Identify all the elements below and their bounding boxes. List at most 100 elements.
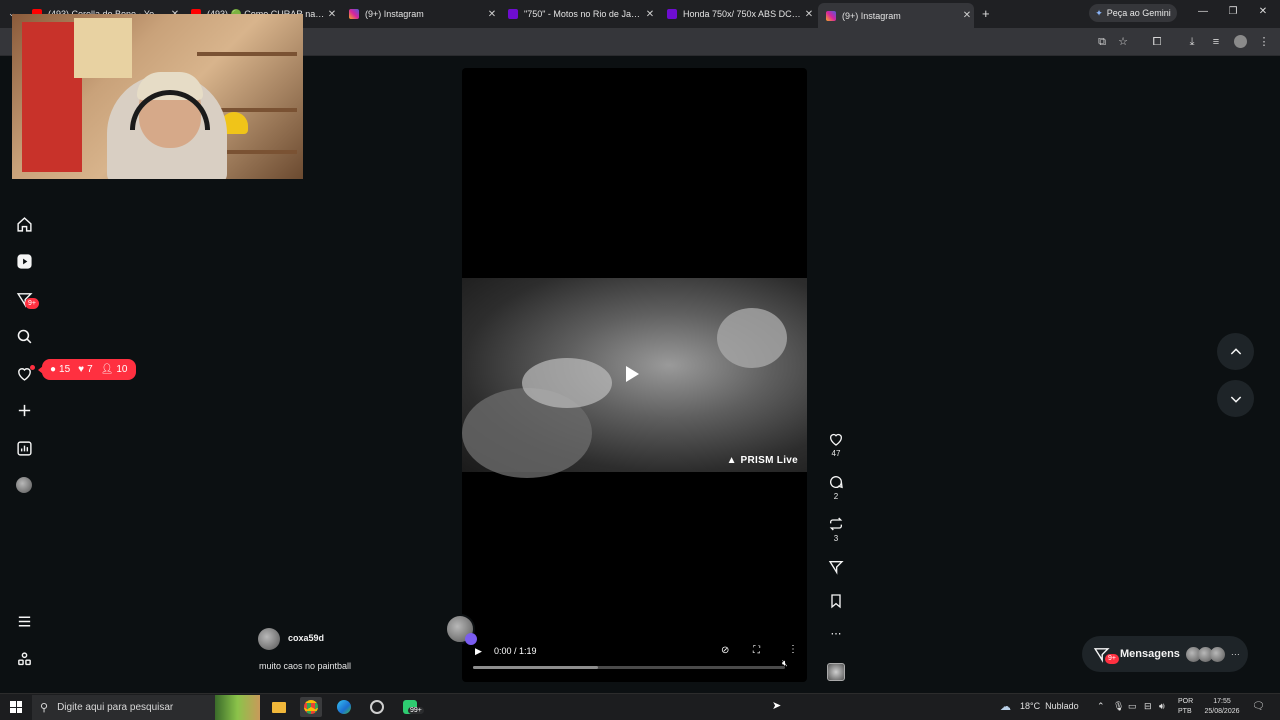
- tab-instagram-active[interactable]: (9+) Instagram ✕: [818, 3, 974, 28]
- wall-poster: [22, 22, 82, 172]
- watermark-text: PRISM Live: [740, 455, 798, 466]
- profile-avatar[interactable]: [16, 477, 32, 493]
- author-username[interactable]: coxa59d: [288, 633, 324, 643]
- comment-button[interactable]: 2: [826, 474, 846, 501]
- video-progress-fill: [473, 666, 598, 669]
- tray-chevron-up-icon[interactable]: ⌃: [1097, 701, 1105, 712]
- olx-favicon-icon: [667, 9, 677, 19]
- language-indicator[interactable]: POR PTB: [1178, 697, 1193, 717]
- video-shape: [717, 308, 787, 368]
- restore-icon[interactable]: ❐: [1223, 6, 1243, 17]
- tab-close-icon[interactable]: ✕: [802, 9, 816, 20]
- prism-live-watermark: ▲ PRISM Live: [727, 455, 798, 466]
- save-button[interactable]: [826, 593, 846, 609]
- tab-olx-1[interactable]: "750" - Motos no Rio de Janeiro ✕: [500, 4, 657, 24]
- prism-logo-icon: ▲: [726, 455, 737, 466]
- more-menu-icon[interactable]: [14, 611, 34, 631]
- language-line-2: PTB: [1178, 708, 1192, 715]
- clock[interactable]: 17:55 25/08/2026: [1200, 697, 1244, 717]
- notification-dot: [30, 365, 35, 370]
- search-icon: ⚲: [40, 702, 49, 714]
- install-app-icon[interactable]: ⧉: [1094, 34, 1110, 50]
- tab-olx-2[interactable]: Honda 750x/ 750x ABS DCT 20... ✕: [659, 4, 816, 24]
- tab-close-icon[interactable]: ✕: [485, 9, 499, 20]
- app-circle-icon[interactable]: [366, 697, 388, 717]
- messages-badge: 9+: [1105, 654, 1119, 664]
- chrome-icon[interactable]: [300, 697, 322, 717]
- video-shape: [522, 358, 612, 408]
- share-button[interactable]: [826, 559, 846, 575]
- video-time: 0:00 / 1:19: [494, 646, 537, 656]
- comment-count: 2: [833, 492, 839, 501]
- follows-count-value: 10: [116, 364, 128, 375]
- heart-icon: [830, 433, 842, 446]
- author-avatar[interactable]: [258, 628, 280, 650]
- search-placeholder: Digite aqui para pesquisar: [57, 702, 174, 713]
- laptop-icon[interactable]: ▭: [1128, 701, 1137, 712]
- heart-icon: ♥: [78, 364, 85, 375]
- volume-icon[interactable]: 🔊︎: [1159, 701, 1165, 712]
- tab-close-icon[interactable]: ✕: [960, 10, 974, 21]
- reels-icon[interactable]: [14, 251, 34, 271]
- audio-thumbnail[interactable]: [827, 663, 845, 681]
- tab-instagram-1[interactable]: (9+) Instagram ✕: [341, 4, 499, 24]
- home-icon[interactable]: [14, 214, 34, 234]
- windows-start-icon[interactable]: [10, 701, 22, 713]
- bookmark-icon: [831, 594, 841, 609]
- microphone-icon[interactable]: 🎙︎: [1113, 701, 1124, 712]
- video-more-icon[interactable]: ⋮: [788, 644, 798, 655]
- reel-video-player[interactable]: ▲ PRISM Live ▶ 0:00 / 1:19 ⊘ ⛶ ⋮ 🔇︎: [462, 68, 807, 682]
- new-tab-button[interactable]: +: [982, 6, 990, 21]
- bookmark-star-icon[interactable]: ☆: [1115, 34, 1131, 50]
- comments-count: ● 15: [50, 364, 70, 375]
- fullscreen-icon[interactable]: ⛶: [753, 645, 760, 656]
- post-caption: muito caos no paintball: [259, 661, 352, 671]
- previous-reel-button[interactable]: [1217, 333, 1254, 370]
- more-options-button[interactable]: ⋯: [826, 627, 846, 640]
- olx-favicon-icon: [508, 9, 518, 19]
- dm-badge: 9+: [25, 298, 39, 309]
- play-control-icon[interactable]: ▶: [475, 646, 482, 657]
- captions-off-icon[interactable]: ⊘: [721, 645, 729, 656]
- like-button[interactable]: 47: [826, 431, 846, 458]
- next-reel-button[interactable]: [1217, 380, 1254, 417]
- live-badge-icon: [465, 633, 477, 645]
- gemini-button[interactable]: ✦ Peça ao Gemini: [1089, 4, 1177, 22]
- tab-title: (9+) Instagram: [842, 10, 901, 21]
- close-window-icon[interactable]: ✕: [1253, 6, 1273, 17]
- edge-icon[interactable]: [333, 697, 355, 717]
- video-frame: ▲ PRISM Live: [462, 278, 807, 478]
- media-controls-icon[interactable]: ≡: [1208, 34, 1224, 50]
- create-plus-icon[interactable]: [14, 400, 34, 420]
- gemini-label: Peça ao Gemini: [1106, 8, 1171, 18]
- weather-cloud-icon[interactable]: ☁: [1000, 700, 1011, 713]
- notification-center-icon[interactable]: 🗨︎: [1252, 701, 1265, 712]
- instagram-favicon-icon: [349, 9, 359, 19]
- tab-close-icon[interactable]: ✕: [643, 9, 657, 20]
- download-icon[interactable]: ⤓: [1184, 34, 1200, 50]
- person-icon: 👤︎: [100, 364, 114, 375]
- repost-count: 3: [833, 534, 839, 543]
- clock-date: 25/08/2026: [1204, 708, 1240, 715]
- video-progress-bar[interactable]: [473, 666, 785, 669]
- instagram-favicon-icon: [826, 10, 836, 21]
- send-icon: [828, 561, 844, 575]
- play-icon[interactable]: [626, 366, 639, 382]
- minimize-icon[interactable]: —: [1193, 6, 1213, 17]
- extensions-icon[interactable]: ⧠: [1149, 34, 1165, 50]
- weather-text[interactable]: 18°C Nublado: [1020, 701, 1079, 711]
- messages-button[interactable]: 9+ Mensagens ⋯: [1082, 636, 1248, 672]
- profile-avatar-icon[interactable]: [1232, 34, 1248, 50]
- file-explorer-icon[interactable]: [268, 697, 290, 717]
- repost-button[interactable]: 3: [826, 516, 846, 543]
- also-from-meta-icon[interactable]: [14, 649, 34, 669]
- notifications-popup[interactable]: ● 15 ♥ 7 👤︎ 10: [38, 359, 136, 380]
- browser-menu-icon[interactable]: ⋮: [1256, 34, 1272, 50]
- messages-label: Mensagens: [1120, 648, 1180, 660]
- message-avatars: [1185, 646, 1225, 662]
- tab-close-icon[interactable]: ✕: [325, 9, 339, 20]
- likes-count-value: 7: [87, 364, 93, 375]
- dashboard-icon[interactable]: [14, 438, 34, 458]
- search-icon[interactable]: [14, 326, 34, 346]
- network-icon[interactable]: ⊟: [1144, 701, 1152, 712]
